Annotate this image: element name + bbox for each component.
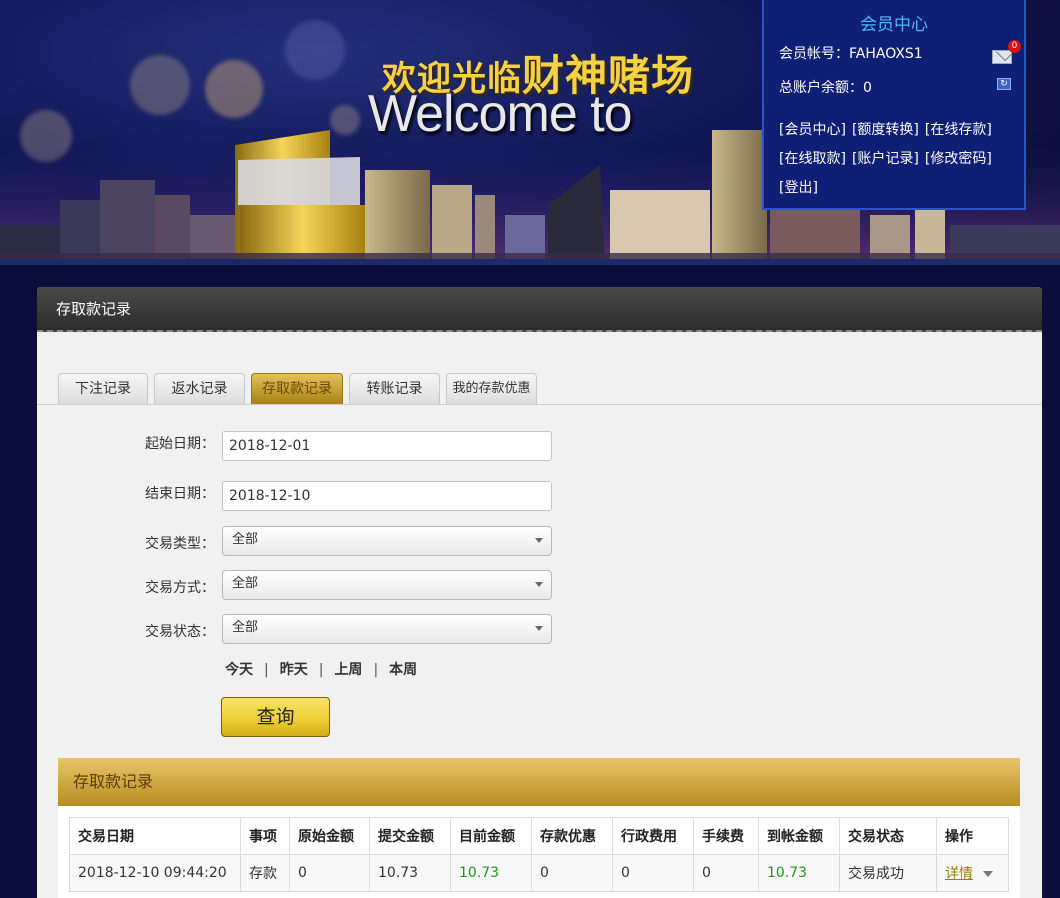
details-link[interactable]: 详情	[945, 866, 973, 882]
member-center-panel: 会员中心 会员帐号：FAHAOXS1 0 总账户余额：0 ↻ [会员中心] [额度…	[762, 0, 1026, 210]
account-label: 会员帐号：	[779, 46, 849, 62]
records-table: 交易日期 事项 原始金额 提交金额 目前金额 存款优惠 行政费用 手续费 到帐金…	[69, 817, 1009, 892]
link-credit-transfer[interactable]: [额度转换]	[852, 116, 919, 145]
transaction-method-select[interactable]: 全部	[222, 570, 552, 600]
member-links: [会员中心] [额度转换] [在线存款] [在线取款] [账户记录] [修改密码] [登…	[779, 116, 1019, 203]
link-online-withdraw[interactable]: [在线取款]	[779, 145, 846, 174]
tab-bet-records[interactable]: 下注记录	[58, 373, 148, 405]
column-header: 行政费用	[612, 817, 694, 855]
column-header: 原始金额	[289, 817, 370, 855]
link-account-records[interactable]: [账户记录]	[852, 145, 919, 174]
column-header: 提交金额	[369, 817, 451, 855]
start-date-input[interactable]	[222, 431, 552, 461]
member-balance-row: 总账户余额：0	[779, 77, 872, 97]
transaction-method-value: 全部	[232, 576, 259, 591]
link-member-center[interactable]: [会员中心]	[779, 116, 846, 145]
account-value: FAHAOXS1	[849, 46, 923, 62]
transaction-status-select[interactable]: 全部	[222, 614, 552, 644]
quick-today[interactable]: 今天	[225, 662, 253, 678]
tab-my-deposit-bonus[interactable]: 我的存款优惠	[446, 373, 537, 405]
cell-fee: 0	[693, 854, 759, 892]
cell-action: 详情	[936, 854, 1009, 892]
column-header: 到帐金额	[758, 817, 840, 855]
transaction-type-value: 全部	[232, 532, 259, 547]
quick-date-links: 今天 | 昨天 | 上周 | 本周	[225, 662, 418, 678]
member-account-row: 会员帐号：FAHAOXS1	[779, 43, 923, 63]
quick-yesterday[interactable]: 昨天	[280, 662, 308, 678]
tab-transfer-records[interactable]: 转账记录	[349, 373, 440, 405]
mail-icon[interactable]	[992, 50, 1012, 64]
cell-received-amount: 10.73	[758, 854, 840, 892]
cell-item: 存款	[240, 854, 290, 892]
transaction-type-label: 交易类型：	[145, 536, 215, 552]
column-header: 交易日期	[69, 817, 241, 855]
table-row: 2018-12-10 09:44:20 存款 0 10.73 10.73 0 0…	[69, 854, 1009, 892]
column-header: 事项	[240, 817, 290, 855]
chevron-down-icon	[535, 538, 543, 543]
tab-rebate-records[interactable]: 返水记录	[154, 373, 245, 405]
cell-status: 交易成功	[839, 854, 937, 892]
query-button[interactable]: 查询	[221, 697, 330, 737]
column-header: 存款优惠	[531, 817, 613, 855]
start-date-label: 起始日期：	[145, 436, 215, 452]
table-header-row: 交易日期 事项 原始金额 提交金额 目前金额 存款优惠 行政费用 手续费 到帐金…	[69, 817, 1009, 855]
link-change-password[interactable]: [修改密码]	[925, 145, 992, 174]
unread-badge: 0	[1008, 40, 1021, 53]
refresh-icon[interactable]: ↻	[997, 78, 1011, 90]
cell-date: 2018-12-10 09:44:20	[69, 854, 241, 892]
quick-last-week[interactable]: 上周	[334, 662, 362, 678]
column-header: 操作	[936, 817, 1009, 855]
cell-deposit-bonus: 0	[531, 854, 613, 892]
end-date-input[interactable]	[222, 481, 552, 511]
transaction-type-select[interactable]: 全部	[222, 526, 552, 556]
column-header: 交易状态	[839, 817, 937, 855]
tab-deposit-withdraw-records[interactable]: 存取款记录	[251, 373, 343, 405]
chevron-down-icon	[535, 582, 543, 587]
transaction-status-label: 交易状态：	[145, 624, 215, 640]
cell-submitted-amount: 10.73	[369, 854, 451, 892]
balance-value: 0	[863, 80, 872, 96]
column-header: 手续费	[693, 817, 759, 855]
banner-bottom-edge	[0, 259, 1060, 265]
member-center-title: 会员中心	[860, 15, 928, 35]
transaction-status-value: 全部	[232, 620, 259, 635]
link-online-deposit[interactable]: [在线存款]	[925, 116, 992, 145]
end-date-label: 结束日期：	[145, 486, 215, 502]
panel-title: 存取款记录	[37, 287, 1042, 332]
cell-original-amount: 0	[289, 854, 370, 892]
cell-current-amount: 10.73	[450, 854, 532, 892]
link-logout[interactable]: [登出]	[779, 174, 818, 203]
records-panel: 存取款记录 下注记录 返水记录 存取款记录 转账记录 我的存款优惠 起始日期： …	[37, 287, 1042, 898]
transaction-method-label: 交易方式：	[145, 580, 215, 596]
column-header: 目前金额	[450, 817, 532, 855]
bokeh-light	[285, 20, 345, 80]
quick-this-week[interactable]: 本周	[389, 662, 417, 678]
cell-admin-fee: 0	[612, 854, 694, 892]
tab-divider	[37, 404, 1042, 405]
chevron-down-icon	[535, 626, 543, 631]
chevron-down-icon[interactable]	[983, 871, 993, 877]
balance-label: 总账户余额：	[779, 80, 863, 96]
records-title: 存取款记录	[58, 758, 1020, 806]
records-section: 存取款记录 交易日期 事项 原始金额 提交金额 目前金额 存款优惠 行政费用 手…	[58, 758, 1020, 898]
